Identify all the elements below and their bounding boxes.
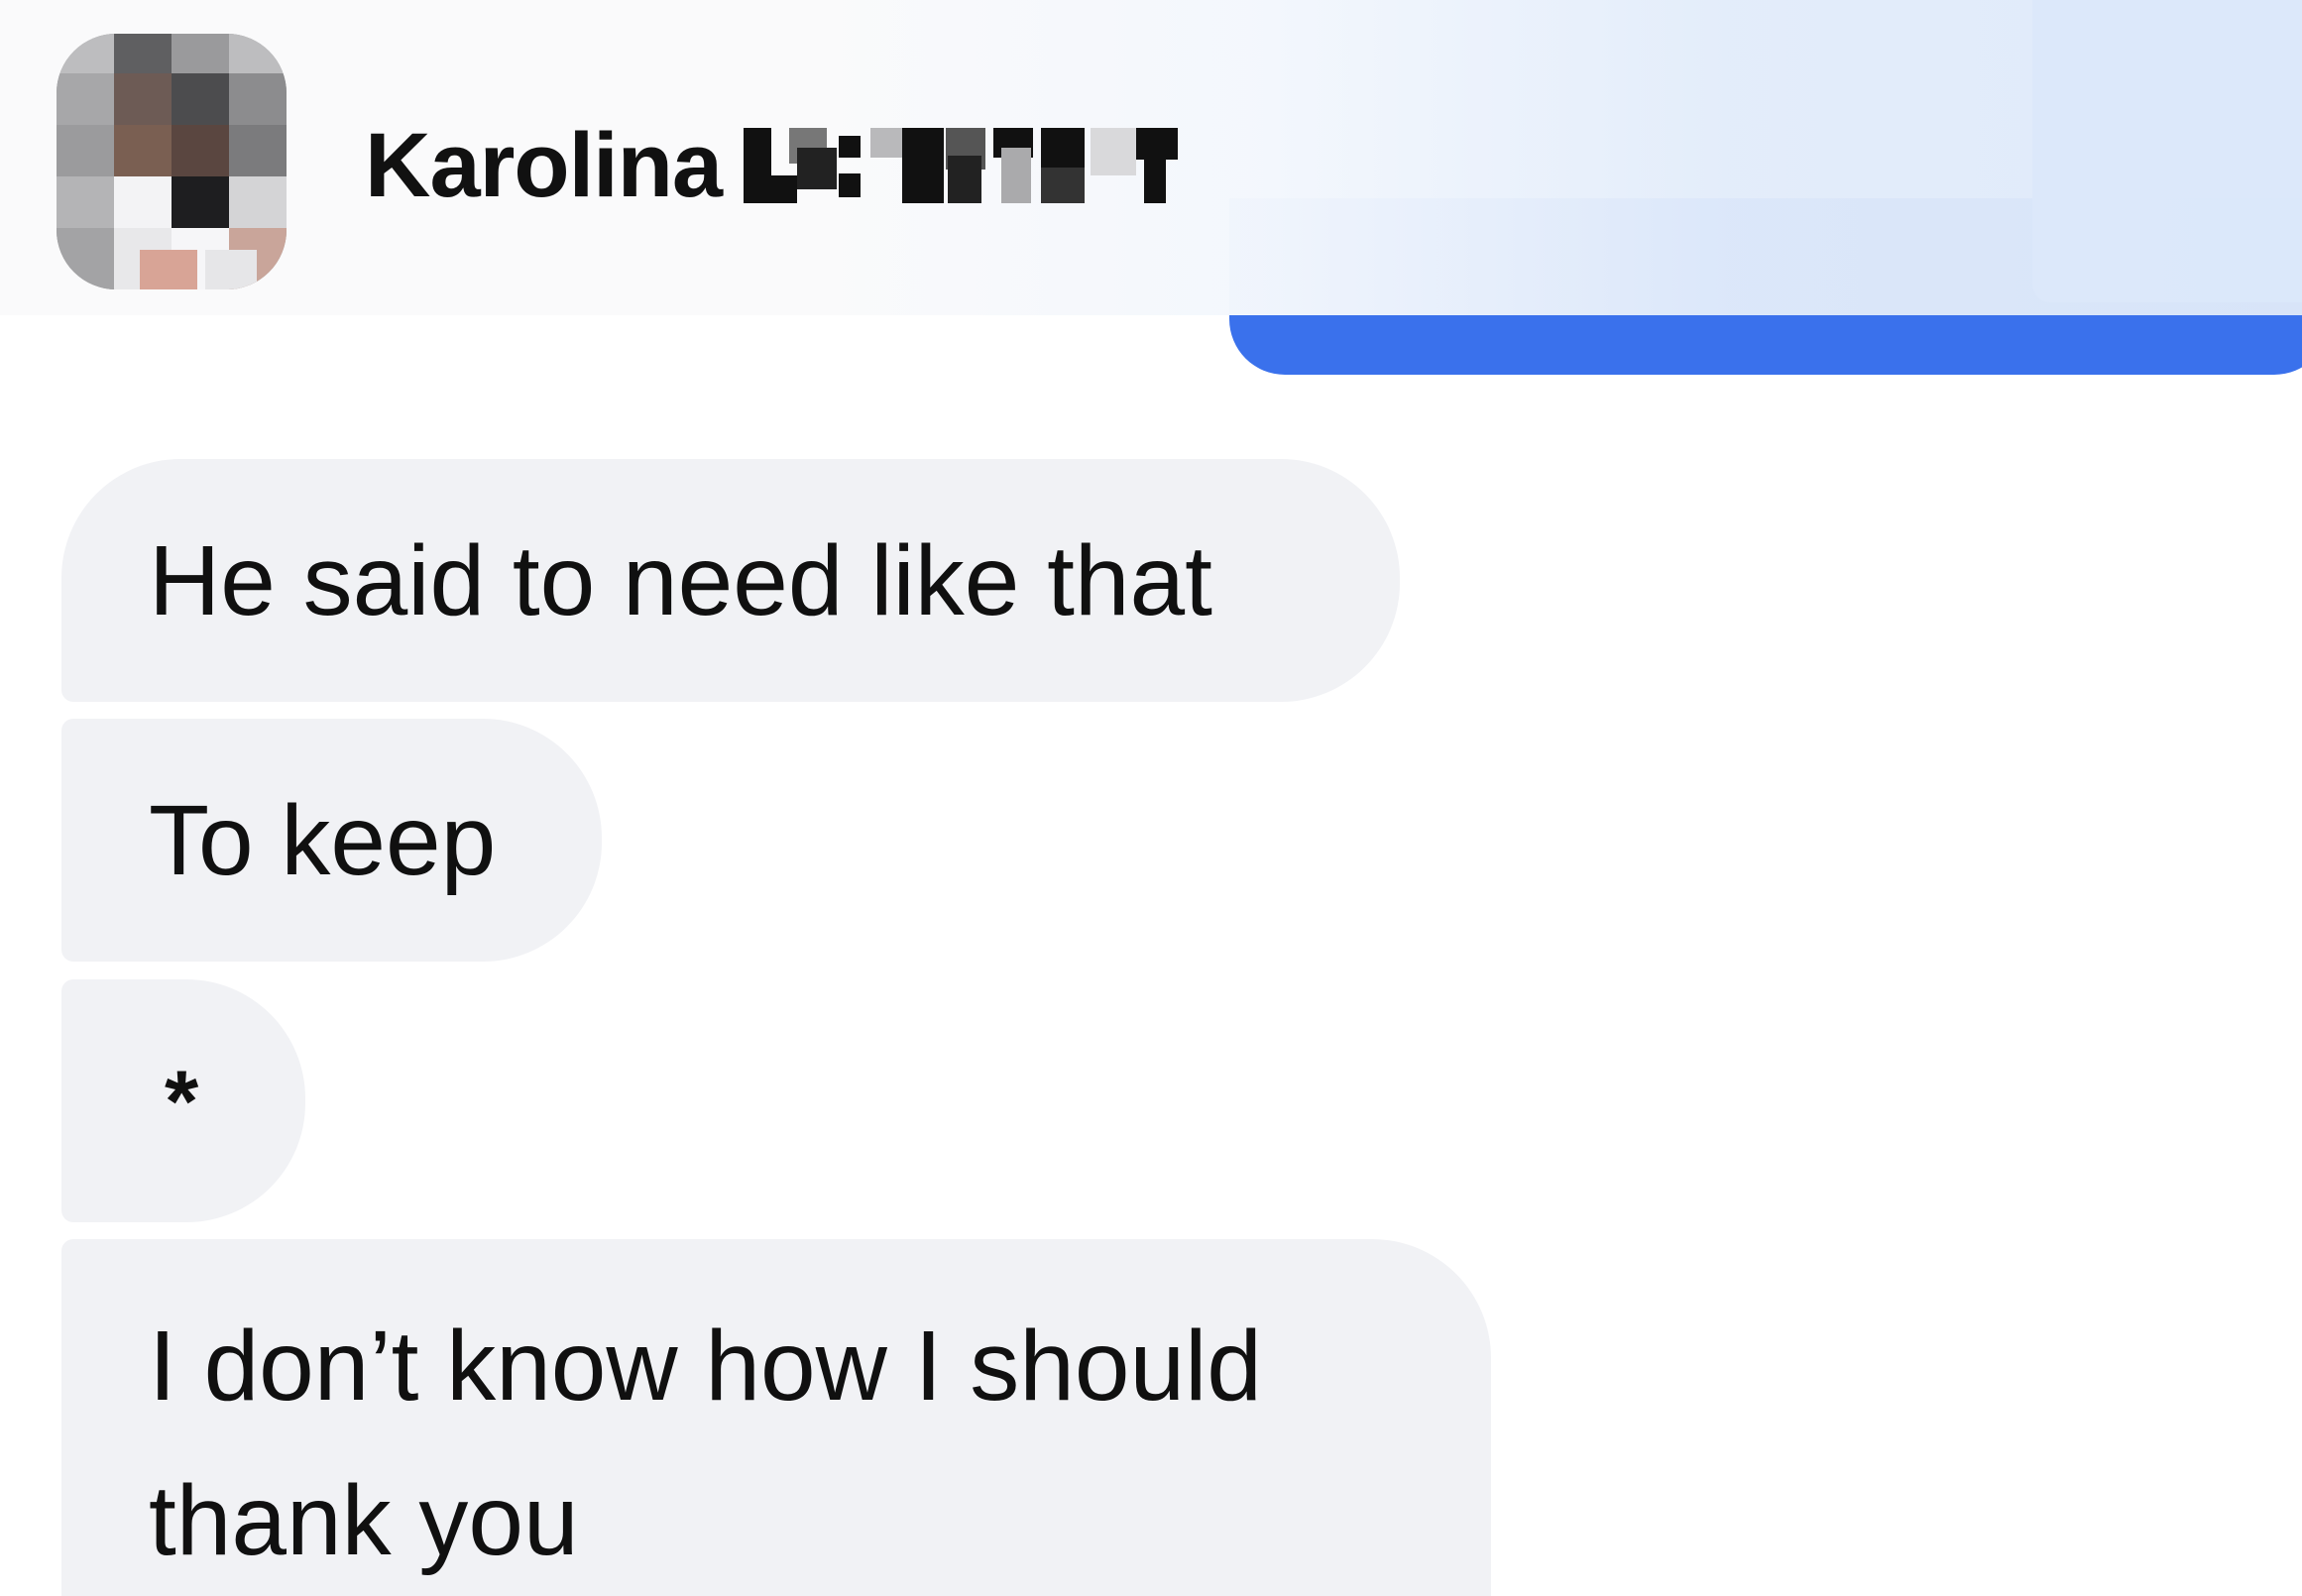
message-text: To keep [149,784,497,896]
incoming-message-bubble[interactable]: To keep [61,719,602,962]
incoming-message-bubble[interactable]: * [61,979,305,1222]
header-action-area [2032,0,2302,302]
contact-first-name: Karolina [365,115,723,216]
chat-screen: Karolina He said to need like that To ke… [0,0,2302,1596]
contact-name[interactable]: Karolina [365,111,1186,220]
pixelated-avatar-image [57,34,287,289]
message-text: * [165,1051,199,1150]
avatar[interactable] [57,34,287,289]
incoming-message-bubble[interactable]: He said to need like that [61,459,1400,702]
message-text: I don’t know how I should thank you [149,1311,1262,1576]
chat-header: Karolina [0,0,2302,315]
redacted-surname [744,128,1179,203]
message-text: He said to need like that [149,524,1212,636]
incoming-message-bubble[interactable]: I don’t know how I should thank you [61,1239,1491,1596]
